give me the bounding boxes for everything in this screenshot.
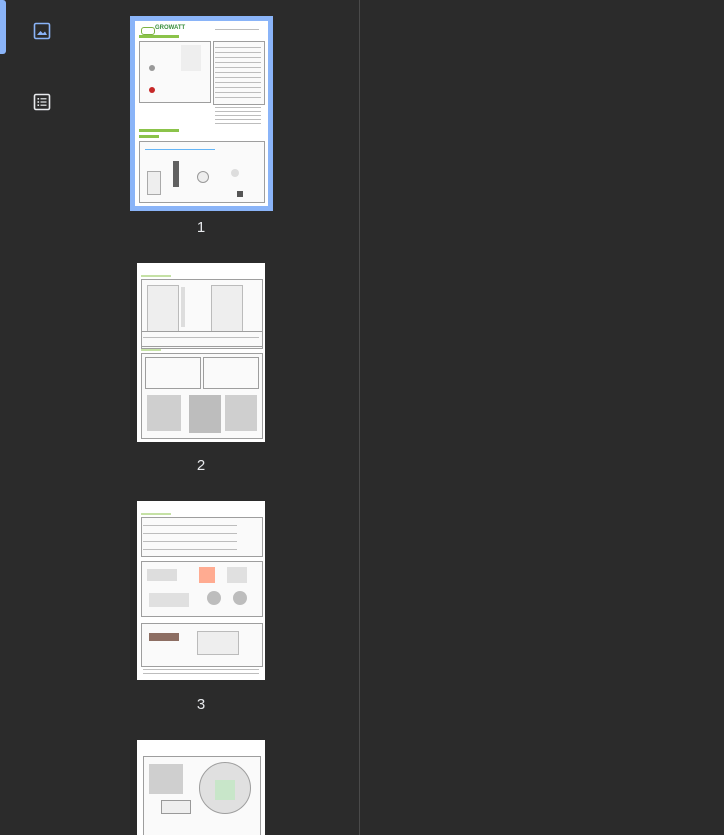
active-indicator (0, 0, 6, 54)
page-image-4[interactable] (137, 740, 265, 835)
page-number-1: 1 (196, 219, 206, 236)
page-image-3[interactable] (137, 501, 265, 680)
logo-icon (141, 27, 155, 35)
page-image-1[interactable]: GROWATT (130, 16, 273, 211)
page-image-2[interactable] (137, 263, 265, 442)
brand-text: GROWATT (155, 25, 186, 31)
sidebar-rail (0, 0, 84, 835)
thumbnails-button[interactable] (28, 17, 56, 45)
page-number-3: 3 (196, 696, 206, 713)
list-icon (33, 93, 51, 111)
page-number-2: 2 (196, 457, 206, 474)
document-viewport[interactable] (360, 0, 724, 835)
image-icon (33, 22, 51, 40)
outline-button[interactable] (28, 88, 56, 116)
thumbnail-panel: GROWATT 1 2 3 (84, 0, 359, 835)
